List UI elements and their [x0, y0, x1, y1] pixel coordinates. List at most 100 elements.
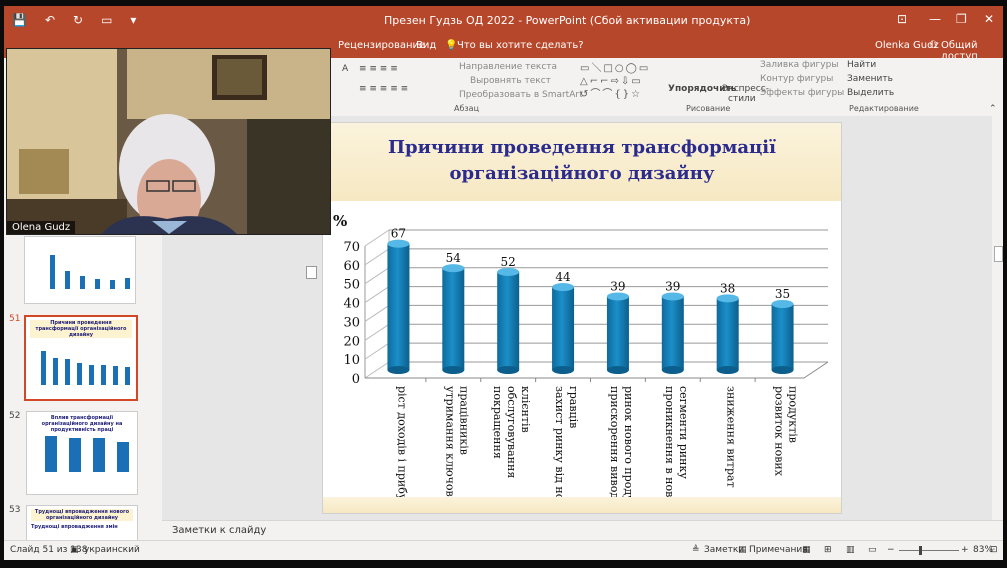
font-controls[interactable]: A	[342, 64, 348, 74]
x-tick-label: зниження витрат	[725, 386, 738, 488]
tab-review[interactable]: Рецензирование	[338, 40, 425, 51]
data-label: 44	[555, 270, 571, 284]
vertical-scrollbar[interactable]	[992, 116, 1003, 520]
x-tick-label: проникнення в нові	[663, 386, 676, 501]
shapes-gallery[interactable]: ▭＼□○◯▭ △⌐⌐⇨⇩▭ ↺⌒⌒{}☆	[580, 62, 660, 102]
scroll-thumb[interactable]	[994, 246, 1003, 262]
y-axis-label: %	[333, 212, 347, 230]
list-icons[interactable]: ≡ ≡ ≡ ≡	[359, 64, 398, 74]
redo-icon[interactable]: ↻	[73, 13, 83, 27]
x-tick-label: гравців	[567, 386, 580, 428]
current-slide[interactable]: Причини проведення трансформації організ…	[322, 122, 842, 514]
y-tick-label: 70	[343, 240, 360, 255]
collapse-ribbon-icon[interactable]: ⌃	[989, 104, 997, 114]
convert-smartart-button[interactable]: Преобразовать в SmartArt	[459, 90, 583, 100]
bar-bottom	[387, 366, 410, 374]
bar-top	[387, 239, 410, 248]
language-indicator[interactable]: украинский	[84, 545, 140, 555]
reading-view-icon[interactable]: ▥	[846, 545, 855, 555]
bar-bottom	[716, 366, 739, 374]
y-tick-label: 10	[343, 353, 360, 368]
zoom-in-icon[interactable]: +	[961, 545, 969, 555]
y-tick-label: 60	[343, 259, 360, 274]
ribbon-display-icon[interactable]: ⊡	[897, 12, 907, 26]
zoom-out-icon[interactable]: −	[887, 545, 895, 555]
bar	[661, 296, 684, 370]
grid-line-depth	[364, 323, 390, 341]
grid-line-depth	[364, 305, 390, 322]
window-title: Презен Гудзь ОД 2022 - PowerPoint (Сбой …	[384, 14, 751, 27]
y-tick-label: 40	[343, 297, 360, 312]
shape-fill-button[interactable]: Заливка фигуры	[760, 60, 838, 70]
bar-bottom	[661, 366, 684, 374]
grid-line-depth	[364, 286, 390, 303]
quick-styles-button-line2: стили	[728, 94, 756, 104]
align-icons[interactable]: ≡ ≡ ≡ ≡ ≡	[359, 84, 408, 94]
zoom-slider[interactable]	[899, 550, 959, 551]
undo-icon[interactable]: ↶	[45, 13, 55, 27]
slideshow-icon[interactable]: ▭	[868, 545, 877, 555]
webcam-video-overlay: Olena Gudz	[6, 48, 331, 235]
x-tick-label: ринок нового продукту	[622, 386, 635, 501]
slide-thumbnail-50[interactable]	[24, 236, 136, 304]
tab-view[interactable]: Вид	[416, 40, 436, 51]
minimize-icon[interactable]: —	[929, 12, 941, 26]
lightbulb-icon: 💡	[445, 40, 458, 51]
quick-access-toolbar: 💾 ↶ ↻ ▭ ▾	[12, 13, 136, 27]
x-tick-label: продуктів	[787, 386, 800, 443]
x-tick-label: обслуговування	[505, 386, 518, 478]
notes-pane[interactable]: Заметки к слайду	[162, 520, 1003, 541]
zoom-slider-thumb[interactable]	[919, 546, 922, 555]
slide-title[interactable]: Причини проведення трансформації організ…	[323, 135, 841, 187]
x-tick-label: розвиток нових	[773, 386, 786, 477]
find-button[interactable]: Найти	[847, 60, 876, 70]
slide-number-52: 52	[9, 411, 21, 421]
bar-top	[771, 300, 794, 308]
thumb52-title: Вплив трансформації організаційного диза…	[31, 415, 133, 433]
pane-splitter-handle[interactable]	[306, 266, 317, 279]
maximize-icon[interactable]: ❐	[956, 12, 967, 26]
comments-icon[interactable]: ▤	[738, 545, 747, 555]
save-icon[interactable]: 💾	[12, 13, 27, 27]
present-icon[interactable]: ▭	[101, 13, 112, 27]
spellcheck-icon[interactable]: ▣	[70, 545, 79, 555]
comments-button[interactable]: Примечания	[749, 545, 808, 555]
x-tick-label: прискорення виводу на	[608, 386, 621, 501]
shape-effects-button[interactable]: Эффекты фигуры	[760, 88, 844, 98]
customize-icon[interactable]: ▾	[130, 13, 136, 27]
fit-slide-icon[interactable]: ⊡	[990, 545, 998, 555]
notes-toggle-icon[interactable]: ≜	[692, 545, 700, 555]
slide-title-line2: організаційного дизайну	[449, 163, 715, 184]
bar-chart[interactable]: 0 10 20 30 40 50 60 70% 67 ріст доходів і прибутк…	[323, 201, 841, 501]
data-label: 39	[665, 279, 680, 293]
editing-group-label: Редактирование	[849, 104, 919, 113]
bar	[387, 243, 410, 370]
tell-me-search[interactable]: Что вы хотите сделать?	[457, 40, 584, 51]
select-button[interactable]: Выделить	[847, 88, 894, 98]
grid-line-depth	[364, 248, 390, 266]
thumb51-title: Причини проведення трансформації організ…	[30, 320, 132, 338]
bar	[552, 287, 575, 370]
close-icon[interactable]: ✕	[984, 12, 994, 26]
bar	[442, 268, 465, 370]
bar-top	[442, 264, 465, 273]
normal-view-icon[interactable]: ▦	[802, 545, 811, 555]
shape-outline-button[interactable]: Контур фигуры	[760, 74, 833, 84]
data-label: 52	[501, 255, 516, 269]
slide-number-53: 53	[9, 505, 21, 515]
y-tick-label: 50	[343, 278, 360, 293]
slide-thumbnail-52[interactable]: Вплив трансформації організаційного диза…	[26, 411, 138, 495]
user-icon: ⚇	[929, 40, 938, 51]
thumb53-subtitle: Труднощі впровадження змін	[31, 524, 118, 530]
slide-sorter-icon[interactable]: ⊞	[824, 545, 832, 555]
slide-title-box: Причини проведення трансформації організ…	[323, 123, 841, 201]
status-bar: Слайд 51 из 138 ▣ украинский ≜ Заметки ▤…	[4, 540, 1003, 560]
slide-number-51: 51	[9, 314, 21, 324]
data-label: 35	[775, 287, 790, 301]
text-direction-button[interactable]: Направление текста	[459, 62, 557, 72]
bar-top	[661, 292, 684, 301]
align-text-button[interactable]: Выровнять текст	[470, 76, 551, 86]
bar-top	[606, 292, 629, 301]
replace-button[interactable]: Заменить	[847, 74, 893, 84]
slide-thumbnail-51[interactable]: Причини проведення трансформації організ…	[24, 315, 138, 401]
